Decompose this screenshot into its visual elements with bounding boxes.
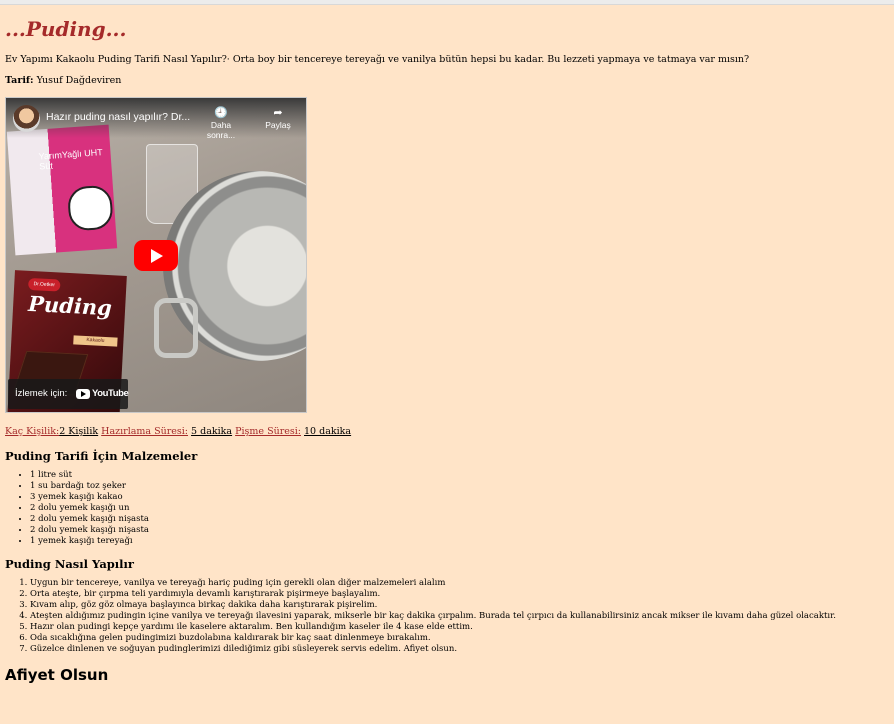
servings-value: 2 Kişilik: [59, 426, 99, 437]
ingredient-item: 2 dolu yemek kaşığı nişasta: [30, 514, 885, 525]
share-label: Paylaş: [265, 120, 291, 130]
ingredient-item: 1 litre süt: [30, 470, 885, 481]
pack-brand: Dr.Oetker: [27, 277, 61, 292]
recipe-intro: Ev Yapımı Kakaolu Puding Tarifi Nasıl Ya…: [5, 54, 750, 65]
ingredient-item: 2 dolu yemek kaşığı nişasta: [30, 525, 885, 536]
recipe-author: Tarif: Yusuf Dağdeviren: [5, 74, 885, 88]
ingredient-item: 3 yemek kaşığı kakao: [30, 492, 885, 503]
youtube-video-embed[interactable]: YarımYağlı UHT Süt Dr.Oetker Puding Kaka…: [5, 97, 307, 413]
share-button[interactable]: ➦ Paylaş: [258, 106, 298, 130]
play-button[interactable]: [134, 240, 178, 271]
closing-heading: Afiyet Olsun: [5, 666, 109, 684]
steps-heading: Puding Nasıl Yapılır: [5, 557, 134, 571]
prep-time-label[interactable]: Hazırlama Süresi:: [101, 426, 188, 437]
channel-avatar[interactable]: [13, 105, 40, 132]
recipe-meta: Kaç Kişilik:2 Kişilik Hazırlama Süresi: …: [5, 425, 885, 439]
step-item: Oda sıcaklığına gelen pudingimizi buzdol…: [30, 633, 885, 644]
youtube-logo-icon: [76, 389, 90, 399]
page-title: ...Puding...: [5, 17, 127, 41]
ingredient-item: 2 dolu yemek kaşığı un: [30, 503, 885, 514]
clock-icon: 🕘: [214, 107, 228, 119]
milk-carton-text: YarımYağlı UHT Süt: [38, 147, 103, 172]
watch-later-label: Daha sonra...: [206, 120, 236, 140]
watch-later-button[interactable]: 🕘 Daha sonra...: [201, 106, 241, 140]
video-title[interactable]: Hazır puding nasıl yapılır? Dr...: [46, 111, 190, 123]
cow-graphic: [66, 184, 114, 232]
youtube-wordmark: YouTube: [92, 388, 129, 399]
cook-time-value: 10 dakika: [304, 426, 352, 437]
prep-time-value: 5 dakika: [191, 426, 233, 437]
ingredient-item: 1 su bardağı toz şeker: [30, 481, 885, 492]
watch-on-label: İzlemek için:: [15, 388, 68, 399]
pack-name: Puding: [27, 290, 113, 321]
cook-time-label[interactable]: Pişme Süresi:: [235, 426, 301, 437]
step-item: Güzelce dinlenen ve soğuyan pudinglerimi…: [30, 644, 885, 655]
recipe-content: ...Puding... Ev Yapımı Kakaolu Puding Ta…: [5, 17, 885, 685]
ingredients-heading: Puding Tarifi İçin Malzemeler: [5, 449, 198, 463]
pot-handle-image: [154, 298, 198, 358]
watch-on-youtube-button[interactable]: İzlemek için: YouTube: [8, 379, 129, 409]
steps-list: Uygun bir tencereye, vanilya ve tereyağı…: [5, 578, 885, 655]
step-item: Kıvam alıp, göz göz olmaya başlayınca bi…: [30, 600, 885, 611]
step-item: Hazır olan pudingi kepçe yardımı ile kas…: [30, 622, 885, 633]
ingredient-item: 1 yemek kaşığı tereyağı: [30, 536, 885, 547]
servings-label[interactable]: Kaç Kişilik:: [5, 426, 59, 437]
author-name: Yusuf Dağdeviren: [36, 75, 122, 86]
ingredients-list: 1 litre süt 1 su bardağı toz şeker 3 yem…: [5, 470, 885, 547]
step-item: Ateşten aldığımız pudingin içine vanilya…: [30, 611, 885, 622]
step-item: Orta ateşte, bir çırpma teli yardımıyla …: [30, 589, 885, 600]
top-border: [0, 0, 894, 5]
milk-carton-image: YarımYağlı UHT Süt: [6, 124, 118, 256]
step-item: Uygun bir tencereye, vanilya ve tereyağı…: [30, 578, 885, 589]
pack-flavor: Kakaolu: [73, 335, 118, 347]
share-icon: ➦: [273, 107, 283, 119]
author-label: Tarif:: [5, 75, 34, 86]
